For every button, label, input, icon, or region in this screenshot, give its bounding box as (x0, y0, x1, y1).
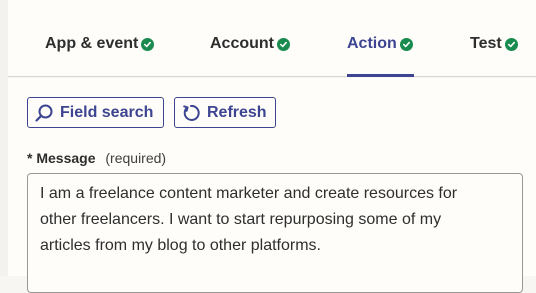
active-tab-indicator (347, 74, 414, 77)
field-name: Message (36, 150, 96, 166)
check-circle-icon (504, 37, 518, 51)
field-search-button[interactable]: Field search (27, 97, 164, 128)
search-icon (35, 104, 53, 122)
tab-label: Account (210, 35, 274, 52)
field-search-label: Field search (60, 103, 154, 121)
required-marker: * (27, 150, 33, 166)
message-field-label: * Message (required) (27, 150, 166, 166)
panel-edge (0, 0, 8, 276)
tab-app-and-event[interactable]: App & event (45, 34, 155, 54)
tab-account[interactable]: Account (210, 34, 290, 54)
refresh-icon (183, 104, 200, 121)
tab-label: Action (347, 35, 397, 52)
tab-label: App & event (45, 35, 139, 52)
check-circle-icon (399, 37, 413, 51)
tab-label: Test (470, 35, 502, 52)
refresh-label: Refresh (207, 103, 267, 121)
tab-test[interactable]: Test (470, 34, 518, 54)
message-input[interactable]: I am a freelance content marketer and cr… (27, 173, 523, 293)
check-circle-icon (277, 37, 290, 51)
check-circle-icon (141, 37, 155, 51)
refresh-button[interactable]: Refresh (174, 97, 276, 128)
tab-action[interactable]: Action (347, 34, 413, 54)
editor-panel: App & event Account Action Test Field se… (0, 0, 536, 293)
required-hint: (required) (105, 150, 167, 166)
